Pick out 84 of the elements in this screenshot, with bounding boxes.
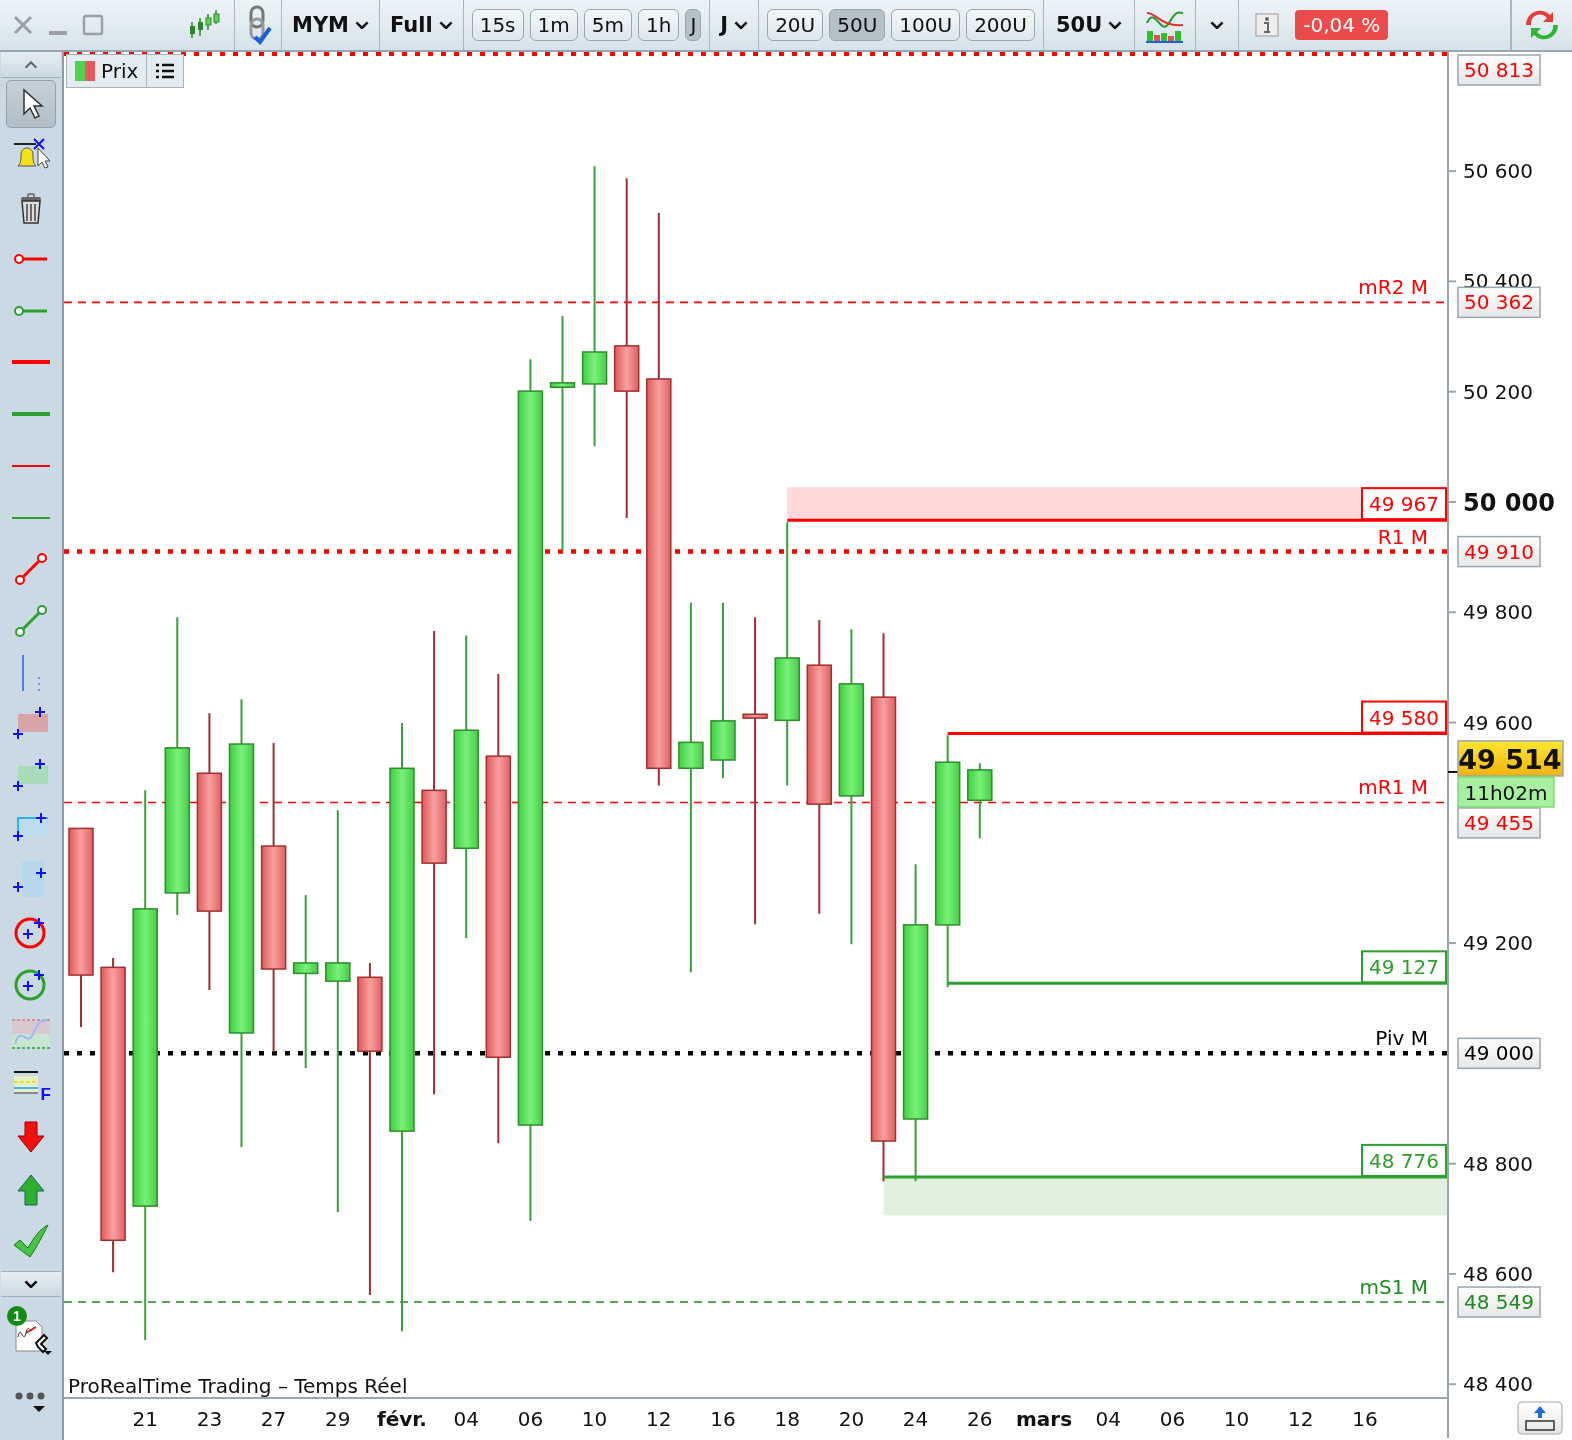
axis-label: 27 <box>260 1407 287 1431</box>
axis-label: 21 <box>132 1407 158 1431</box>
info-icon[interactable] <box>1255 13 1280 37</box>
axis-label: 10 <box>1223 1407 1250 1431</box>
caret-icon <box>355 20 369 30</box>
unit-button[interactable]: 100U <box>891 9 961 41</box>
vertical-line-icon <box>21 654 41 691</box>
tool-button[interactable]: 1 <box>4 1304 58 1363</box>
axis-label: 12 <box>646 1407 672 1431</box>
change-badge: -0,04 % <box>1295 10 1389 40</box>
source-label: ProRealTime Trading – Temps Réel <box>68 1374 408 1398</box>
export-button[interactable] <box>1517 1401 1563 1435</box>
caret-icon <box>438 20 453 30</box>
axis-label: 06 <box>517 1407 544 1431</box>
price-label: 49 910 <box>1457 535 1541 568</box>
price-label: 50 813 <box>1457 54 1541 86</box>
count-badge: 1 <box>7 1305 27 1326</box>
tool-button[interactable]: F <box>6 1062 56 1111</box>
caret-icon <box>24 60 38 69</box>
axis-label: 50 000 <box>1463 488 1555 517</box>
axis-label: 24 <box>902 1407 929 1431</box>
axis-label: 20 <box>838 1407 865 1431</box>
axis-label: 18 <box>774 1407 800 1431</box>
list-icon <box>155 62 176 80</box>
price-label: 50 362 <box>1457 286 1541 319</box>
axis-label: 49 200 <box>1463 931 1533 956</box>
axis-label: 12 <box>1288 1407 1314 1431</box>
period-button[interactable]: 15s <box>471 9 524 41</box>
axis-label: 04 <box>453 1407 479 1431</box>
axis-label: 16 <box>710 1407 736 1431</box>
close-icon[interactable] <box>12 14 34 36</box>
price-tag: 48 776 <box>1361 1143 1447 1177</box>
axis-label: 06 <box>1159 1407 1186 1431</box>
price-tag: 49 967 <box>1361 487 1447 521</box>
unit-dropdown[interactable]: 50U <box>1055 13 1123 37</box>
period-dropdown[interactable]: J <box>720 13 749 37</box>
maximize-icon[interactable] <box>82 14 104 36</box>
color-swatch-icon <box>75 61 95 81</box>
unit-button[interactable]: 200U <box>966 9 1035 41</box>
level-label: mR1 M <box>1358 775 1428 800</box>
price-tag: 49 580 <box>1361 700 1447 734</box>
axis-label: 49 800 <box>1463 600 1533 625</box>
countdown-label: 11h02m <box>1457 776 1555 808</box>
axis-label: 50 200 <box>1463 379 1533 404</box>
unit-button[interactable]: 20U <box>767 9 824 41</box>
caret-icon <box>1210 20 1225 30</box>
indicator-dropdown[interactable] <box>1210 20 1225 30</box>
tool-button[interactable] <box>6 80 56 128</box>
axis-label: févr. <box>377 1407 427 1431</box>
symbol-dropdown[interactable]: MYM <box>292 13 369 37</box>
level-label: mR2 M <box>1358 275 1428 300</box>
price-label: 48 549 <box>1457 1286 1541 1318</box>
axis-label: 50 600 <box>1463 159 1533 184</box>
candlestick-icon[interactable] <box>188 10 222 40</box>
axis-label: 49 600 <box>1463 710 1533 735</box>
axis-label: mars <box>1015 1407 1073 1431</box>
axis-label: 48 400 <box>1463 1372 1533 1397</box>
axis-label: 10 <box>581 1407 608 1431</box>
price-label: 49 455 <box>1457 807 1541 839</box>
price-tag: 49 127 <box>1361 950 1447 984</box>
tool-letter: F <box>40 1086 51 1104</box>
caret-icon <box>1108 20 1123 30</box>
level-label: R1 M <box>1377 524 1428 549</box>
caret-icon <box>24 1279 38 1288</box>
range-dropdown[interactable]: Full <box>390 13 453 37</box>
axis-label: 29 <box>325 1407 351 1431</box>
axis-label: 48 800 <box>1463 1151 1533 1176</box>
period-button[interactable]: 1h <box>638 9 680 41</box>
last-price-label: 49 514 <box>1457 740 1564 777</box>
level-label: Piv M <box>1375 1026 1428 1051</box>
unit-button[interactable]: 50U <box>829 9 886 41</box>
period-button[interactable]: 5m <box>583 9 632 41</box>
period-button[interactable]: 1m <box>529 9 578 41</box>
period-button[interactable]: J <box>685 9 702 41</box>
axis-label: 23 <box>196 1407 223 1431</box>
axis-label: 26 <box>967 1407 993 1431</box>
price-label: 49 000 <box>1457 1037 1541 1070</box>
level-label: mS1 M <box>1359 1275 1428 1300</box>
axis-label: 16 <box>1352 1407 1378 1431</box>
axis-label: 48 600 <box>1463 1261 1533 1286</box>
caret-icon <box>734 20 749 30</box>
scroll-down-button[interactable] <box>1 1270 61 1297</box>
tick-mark <box>1447 770 1459 773</box>
axis-label: 04 <box>1095 1407 1121 1431</box>
